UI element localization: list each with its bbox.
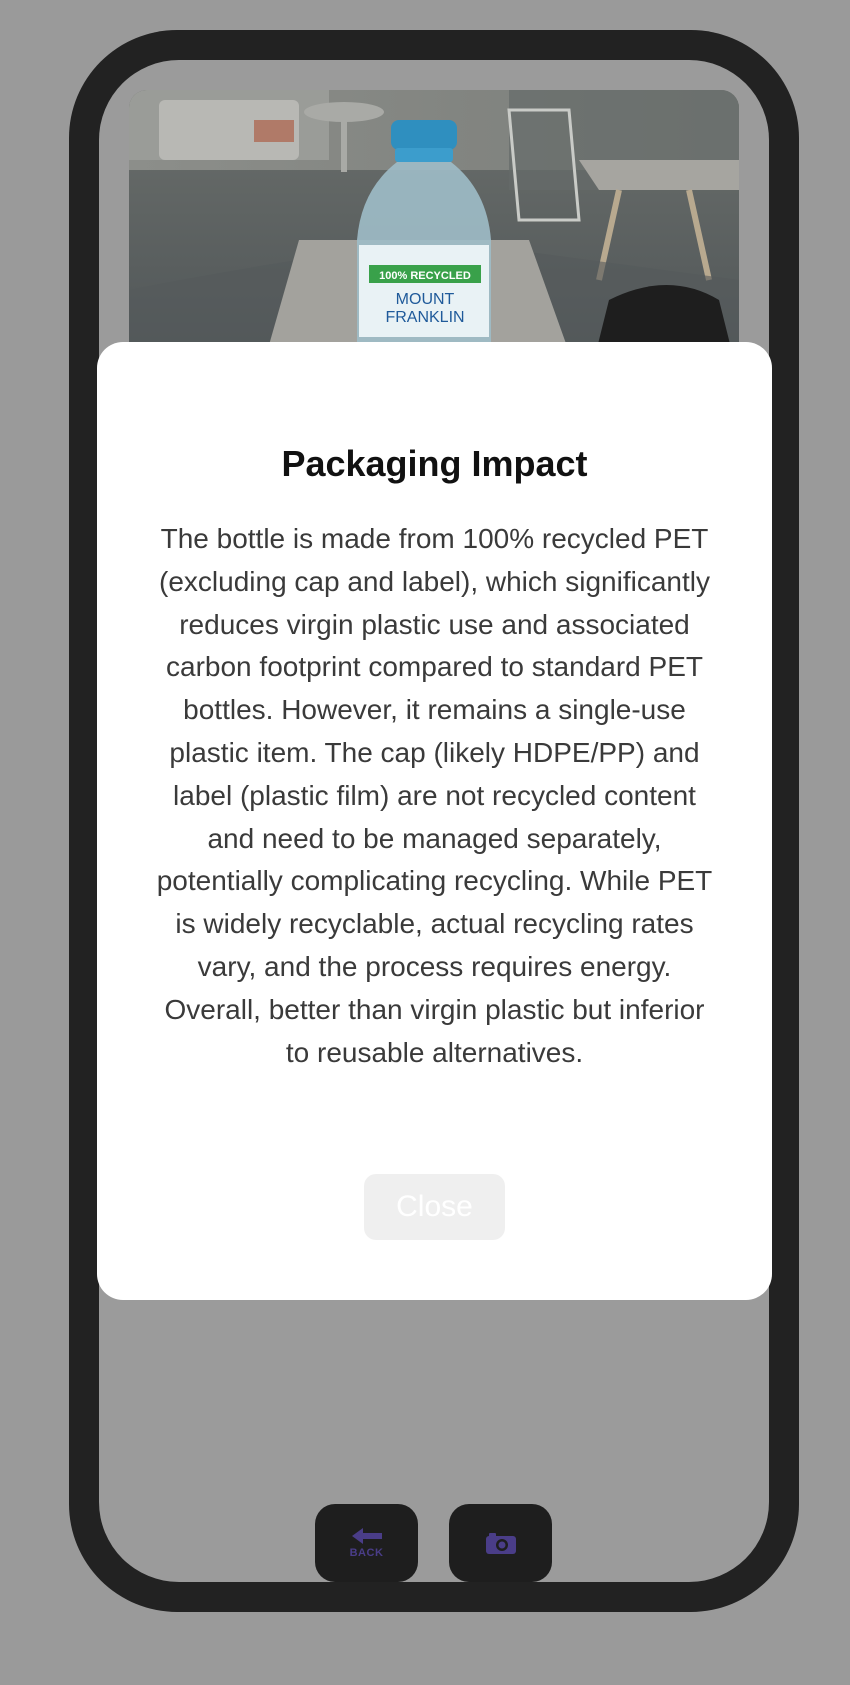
captured-photo: 100% RECYCLED MOUNT FRANKLIN bbox=[129, 90, 739, 380]
back-button-label: BACK bbox=[349, 1547, 384, 1559]
dialog-body-text: The bottle is made from 100% recycled PE… bbox=[156, 523, 713, 1068]
close-button[interactable]: Close bbox=[364, 1174, 505, 1240]
dialog-title: Packaging Impact bbox=[281, 443, 588, 484]
camera-icon bbox=[485, 1533, 516, 1554]
back-button[interactable]: BACK bbox=[315, 1504, 418, 1582]
packaging-impact-dialog: Packaging Impact The bottle is made from… bbox=[97, 342, 772, 1300]
bottom-bar: BACK bbox=[99, 1504, 769, 1582]
photo-brand-line1: MOUNT bbox=[396, 291, 455, 308]
camera-button[interactable] bbox=[449, 1504, 552, 1582]
back-arrow-icon bbox=[351, 1528, 382, 1544]
photo-brand-line2: FRANKLIN bbox=[385, 309, 464, 326]
photo-label-recycled: 100% RECYCLED bbox=[379, 270, 471, 282]
